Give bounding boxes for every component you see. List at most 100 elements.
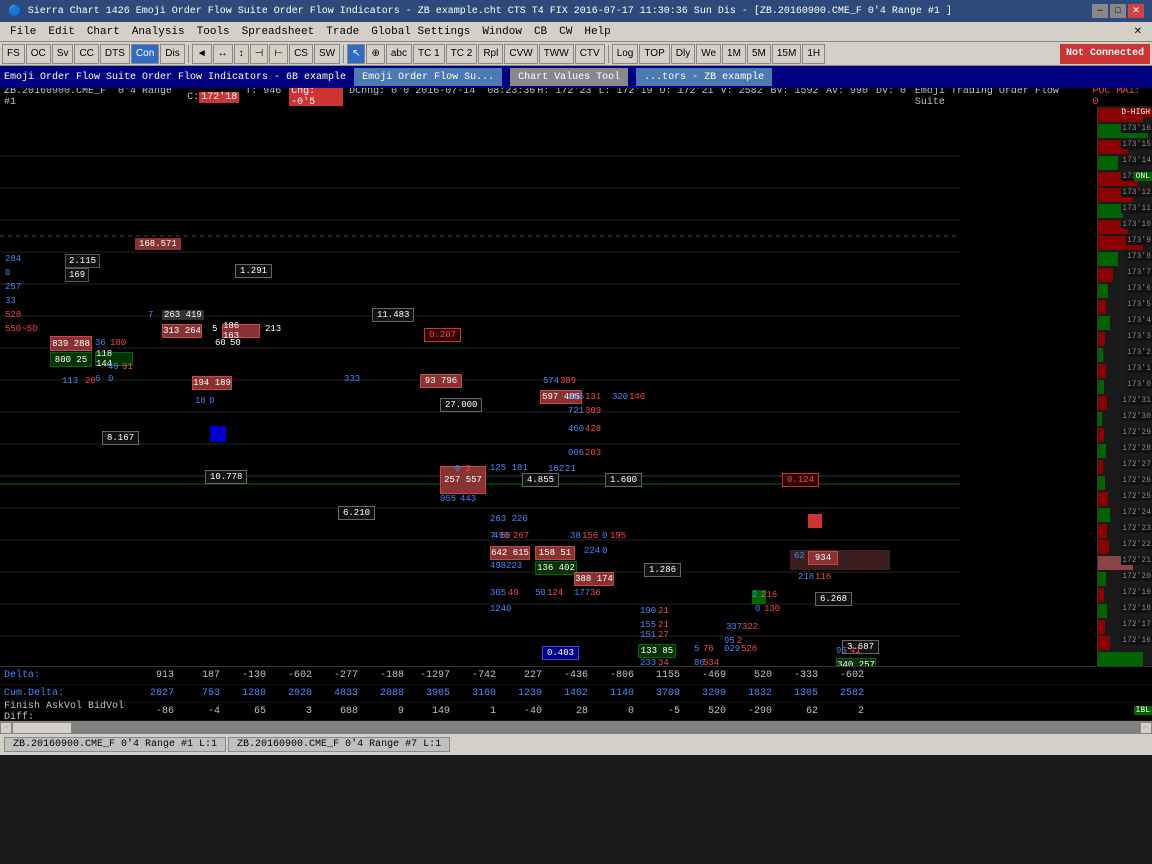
log-button[interactable]: Log [612,44,639,64]
cumdelta-val-1: 753 [176,688,222,699]
finish-val-15: 2 [820,706,866,717]
maximize-button[interactable]: □ [1110,4,1126,18]
scroll-left-arrow[interactable]: ◄ [0,722,12,734]
finish-val-7: 1 [452,706,498,717]
status-l: L: 172'19 [598,88,659,106]
tww-button[interactable]: TWW [539,44,574,64]
scroll-left-btn[interactable]: ◄ [192,44,212,64]
15m-button[interactable]: 15M [772,44,801,64]
delta-val-4: -277 [314,670,360,681]
menu-item-cb[interactable]: CB [528,25,553,39]
5m-button[interactable]: 5M [747,44,771,64]
finish-val-0: -86 [130,706,176,717]
status-dchg: DChng: 0'0 [343,88,415,106]
chart-container: 284 0 257 33 528 550~50 2.115 169 839 28… [0,106,1152,666]
cumdelta-val-0: 2627 [130,688,176,699]
cumdelta-val-11: 3709 [636,688,682,699]
chart-canvas[interactable]: 284 0 257 33 528 550~50 2.115 169 839 28… [0,106,1097,666]
nav-btn1[interactable]: ⊣ [250,44,269,64]
cvw-button[interactable]: CVW [504,44,537,64]
status-indicator: Emoji Trading Order Flow Suite [915,88,1093,106]
crosshair-tool[interactable]: ⊕ [366,44,384,64]
cc-button[interactable]: CC [74,44,98,64]
dts-button[interactable]: DTS [100,44,130,64]
status-bv: BV: 1592 [771,88,827,106]
menu-item-spreadsheet[interactable]: Spreadsheet [236,25,321,39]
menu-item-window[interactable]: Window [476,25,528,39]
delta-val-13: 520 [728,670,774,681]
bottom-tab-2[interactable]: ZB.20160900.CME_F 0'4 Range #7 L:1 [228,737,450,752]
nav-btn2[interactable]: ⊢ [269,44,288,64]
dly-button[interactable]: Dly [671,44,695,64]
1h-button[interactable]: 1H [802,44,825,64]
status-o: O: 172'21 [660,88,721,106]
close-button[interactable]: ✕ [1128,4,1144,18]
cumdelta-val-8: 1239 [498,688,544,699]
text-tool[interactable]: abc [386,44,412,64]
close-window-btn[interactable]: ✕ [1128,25,1148,39]
toolbar1: FS OC Sv CC DTS Con Dis ◄ ↔ ↕ ⊣ ⊢ CS SW … [0,42,1152,66]
oc-button[interactable]: OC [26,44,51,64]
finish-val-9: 28 [544,706,590,717]
tc2-button[interactable]: TC 2 [446,44,478,64]
zoom-btn[interactable]: ↕ [234,44,249,64]
finish-askbid-row: Finish AskVol BidVol Diff: -86 -4 65 3 6… [0,703,1152,721]
status-bar: ZB.20160900.CME_F 0'4 Range #1 C: 172'18… [0,88,1152,106]
scroll-right-arrow[interactable]: ► [1140,722,1152,734]
menu-item-file[interactable]: File [4,25,42,39]
tab-emoji-suite[interactable]: Emoji Order Flow Su... [354,68,502,86]
1m-button[interactable]: 1M [722,44,746,64]
finish-val-4: 688 [314,706,360,717]
menu-item-analysis[interactable]: Analysis [126,25,191,39]
finish-val-11: -5 [636,706,682,717]
finish-val-6: 149 [406,706,452,717]
horizontal-scrollbar[interactable]: ◄ ► [0,721,1152,733]
cumdelta-val-5: 2088 [360,688,406,699]
delta-val-9: -436 [544,670,590,681]
arrow-tool[interactable]: ↖ [347,44,365,64]
con-button[interactable]: Con [131,44,159,64]
delta-val-15: -602 [820,670,866,681]
status-date: 2016-07-14 08:23:36 [415,88,537,106]
finish-val-14: 62 [774,706,820,717]
rpl-button[interactable]: Rpl [478,44,503,64]
delta-val-3: -602 [268,670,314,681]
top-button[interactable]: TOP [639,44,669,64]
sv-button[interactable]: Sv [52,44,74,64]
scroll-track[interactable] [12,722,1140,734]
finish-val-13: -290 [728,706,774,717]
scroll-right-btn[interactable]: ↔ [213,44,233,64]
status-dv: DV: 0 [876,88,915,106]
tc1-button[interactable]: TC 1 [413,44,445,64]
menu-item-chart[interactable]: Chart [81,25,126,39]
status-c-label: C: [187,92,199,103]
time-axis: 7:20 7:30:24 7:32:16 7:33:01 7:36:02 7:3… [0,666,1152,667]
menu-item-edit[interactable]: Edit [42,25,80,39]
info-bar: Emoji Order Flow Suite Order Flow Indica… [0,66,1152,88]
cs-button[interactable]: CS [289,44,313,64]
cumdelta-val-13: 1832 [728,688,774,699]
menu-item-global-settings[interactable]: Global Settings [365,25,476,39]
cumdelta-val-9: 1402 [544,688,590,699]
fs-button[interactable]: FS [2,44,25,64]
minimize-button[interactable]: ─ [1092,4,1108,18]
finish-val-1: -4 [176,706,222,717]
dis-button[interactable]: Dis [160,44,184,64]
title-bar: 🔵 Sierra Chart 1426 Emoji Order Flow Sui… [0,0,1152,22]
tab-chart-values[interactable]: Chart Values Tool [510,68,628,86]
title-text: Sierra Chart 1426 Emoji Order Flow Suite… [28,6,1092,17]
bottom-tab-1[interactable]: ZB.20160900.CME_F 0'4 Range #1 L:1 [4,737,226,752]
menu-item-trade[interactable]: Trade [320,25,365,39]
cumdelta-val-2: 1280 [222,688,268,699]
scroll-thumb[interactable] [12,722,72,734]
menu-item-tools[interactable]: Tools [191,25,236,39]
menu-item-cw[interactable]: CW [553,25,578,39]
main-chart: 284 0 257 33 528 550~50 2.115 169 839 28… [0,106,1152,666]
delta-val-1: 187 [176,670,222,681]
tab-indicators[interactable]: ...tors - ZB example [636,68,772,86]
ctv-button[interactable]: CTV [575,44,605,64]
menu-item-help[interactable]: Help [578,25,616,39]
cum-delta-row: Cum.Delta: 2627 753 1280 2920 4833 2088 … [0,685,1152,703]
we-button[interactable]: We [696,44,721,64]
sw-button[interactable]: SW [314,44,340,64]
